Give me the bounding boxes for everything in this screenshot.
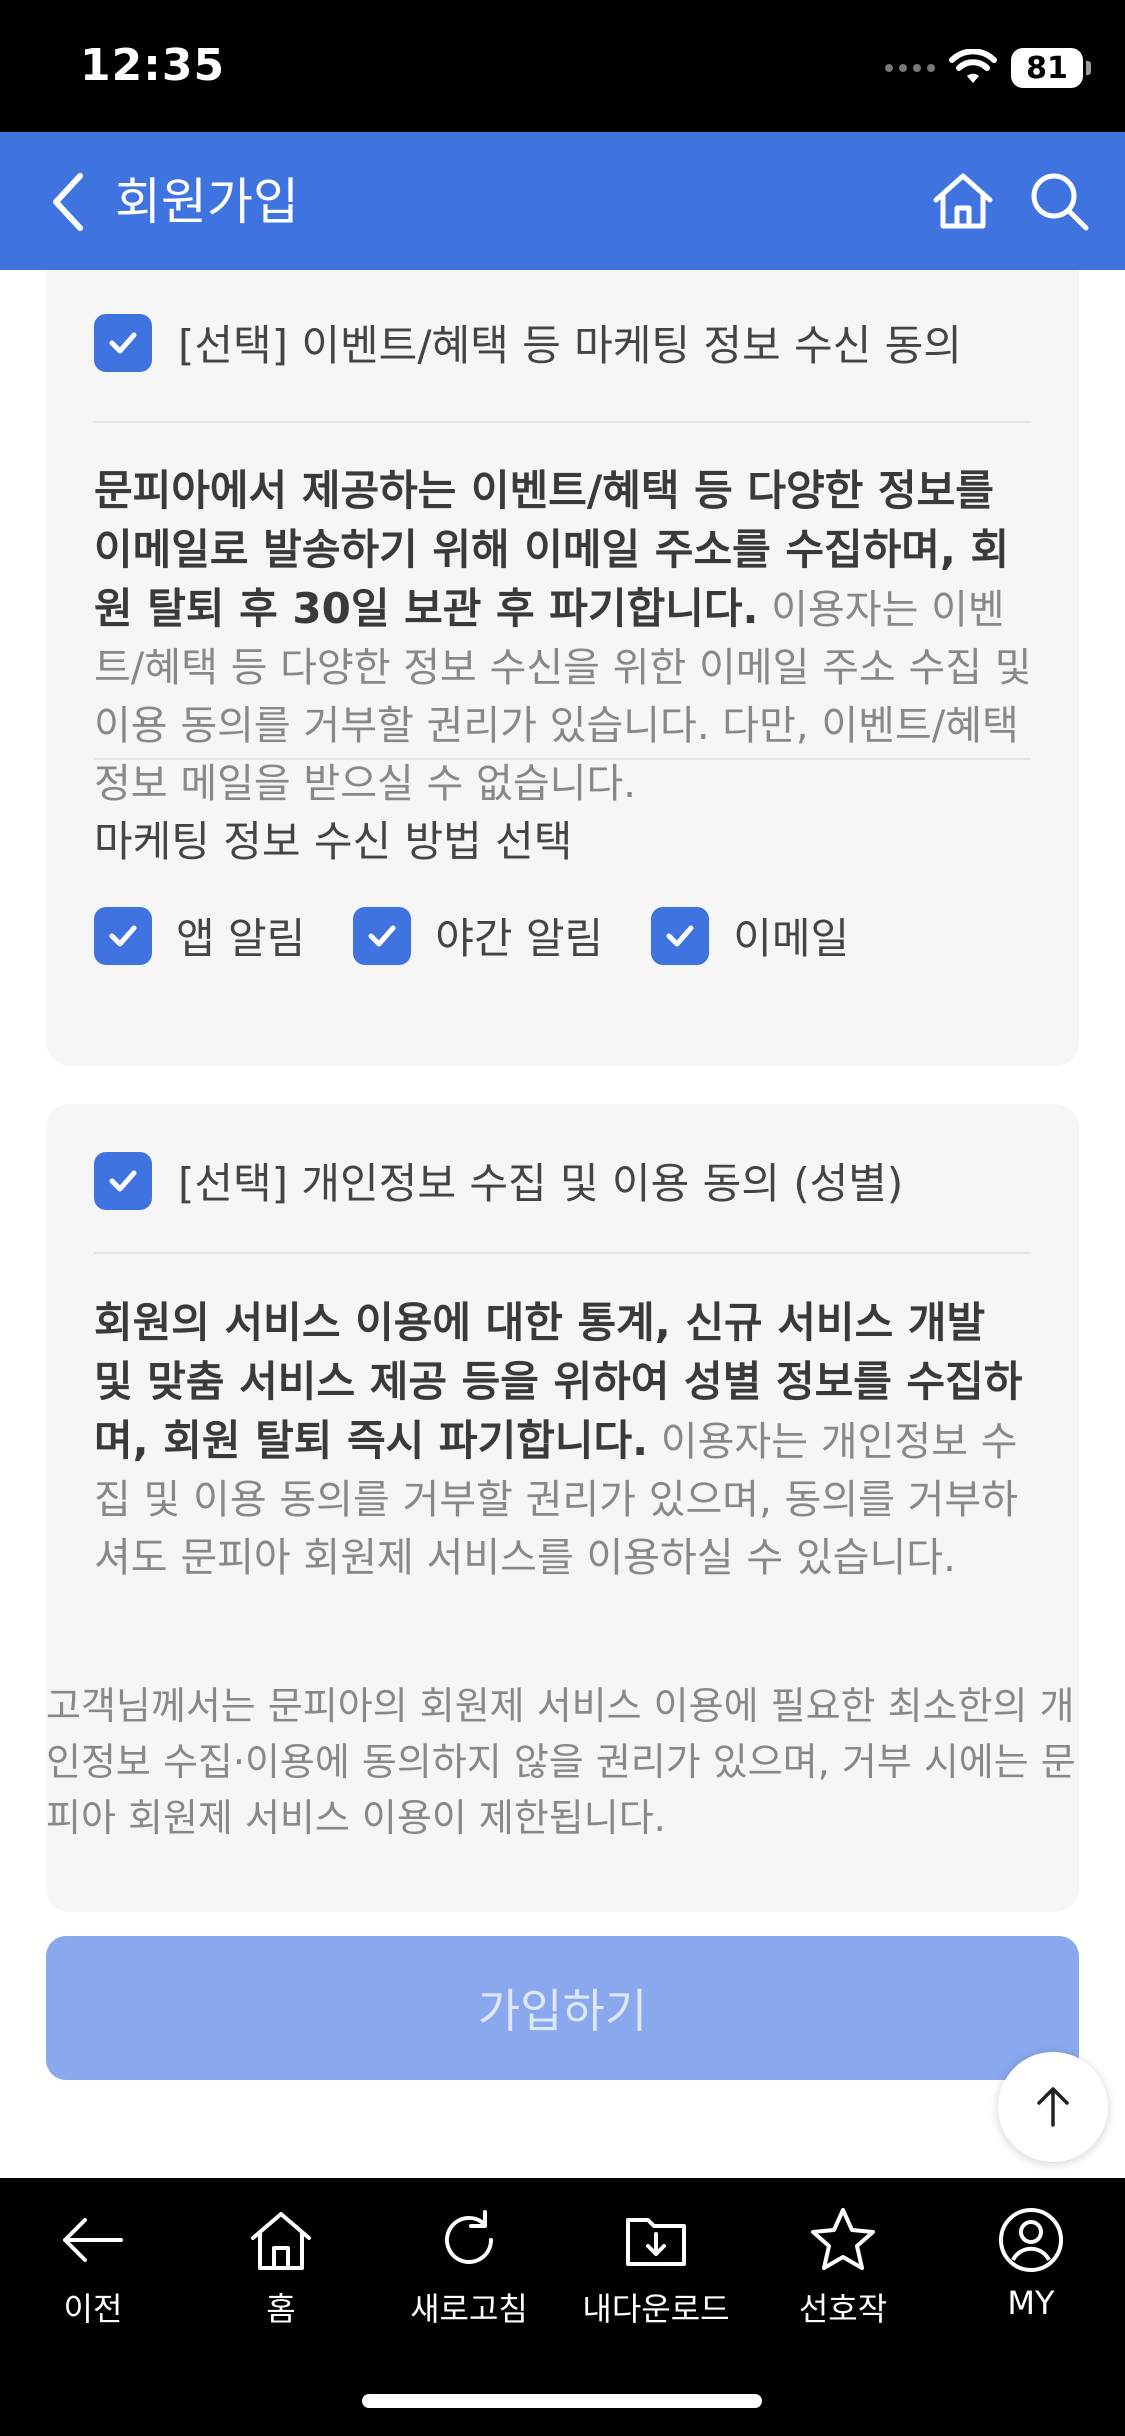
arrow-up-icon [1037,2087,1069,2127]
divider [94,1252,1031,1254]
method-email-checkbox[interactable] [651,906,710,965]
gender-consent-checkbox[interactable] [94,1151,152,1210]
check-icon [109,1170,137,1191]
nav-my-label: MY [1007,2284,1055,2322]
method-night-notification-checkbox[interactable] [353,906,412,965]
nav-downloads[interactable]: 내다운로드 [566,2204,746,2330]
gender-consent-description: 회원의 서비스 이용에 대한 통계, 신규 서비스 개발 및 맞춤 서비스 제공… [94,1294,1034,1587]
cellular-signal-icon [885,64,935,72]
nav-my[interactable]: MY [941,2204,1121,2322]
home-icon [933,173,993,229]
marketing-consent-card: [선택] 이벤트/혜택 등 마케팅 정보 수신 동의 문피아에서 제공하는 이벤… [46,270,1079,1066]
nav-refresh[interactable]: 새로고침 [379,2204,559,2330]
nav-back[interactable]: 이전 [3,2204,183,2330]
home-icon [251,2212,311,2270]
marketing-consent-description: 문피아에서 제공하는 이벤트/혜택 등 다양한 정보를 이메일로 발송하기 위해… [94,462,1034,813]
app-header: 회원가입 [0,132,1125,270]
nav-downloads-label: 내다운로드 [582,2290,730,2328]
join-button[interactable]: 가입하기 [46,1936,1079,2080]
nav-home[interactable]: 홈 [191,2204,371,2330]
marketing-consent-checkbox[interactable] [94,313,152,372]
divider [94,758,1031,760]
check-icon [109,332,137,353]
chevron-left-icon [53,173,83,231]
nav-refresh-label: 새로고침 [410,2290,528,2328]
method-app-notification-checkbox[interactable] [94,906,152,965]
method-night-notification[interactable]: 야간 알림 [353,905,603,966]
method-night-notification-label: 야간 알림 [435,914,604,963]
method-app-notification[interactable]: 앱 알림 [94,905,305,966]
refresh-icon [445,2210,493,2264]
star-icon [811,2208,875,2270]
battery-icon: 81 [1011,48,1091,88]
home-button[interactable] [930,168,996,234]
gender-consent-row[interactable]: [선택] 개인정보 수집 및 이용 동의 (성별) [94,1150,903,1211]
folder-download-icon [626,2218,686,2266]
check-icon [368,925,396,946]
check-icon [666,925,694,946]
method-app-notification-label: 앱 알림 [176,914,306,963]
method-email[interactable]: 이메일 [651,905,849,966]
nav-favorites[interactable]: 선호작 [753,2204,933,2330]
page-title: 회원가입 [115,173,299,231]
gender-consent-label: [선택] 개인정보 수집 및 이용 동의 (성별) [178,1159,904,1208]
search-button[interactable] [1026,168,1092,234]
marketing-method-title: 마케팅 정보 수신 방법 선택 [94,817,573,866]
back-button[interactable] [38,172,98,232]
status-bar: 12:35 81 [0,0,1125,132]
home-indicator [362,2394,762,2408]
nav-home-label: 홈 [266,2290,296,2328]
scroll-to-top-button[interactable] [998,2052,1108,2162]
marketing-consent-label: [선택] 이벤트/혜택 등 마케팅 정보 수신 동의 [178,321,962,370]
nav-favorites-label: 선호작 [798,2290,888,2328]
privacy-notice: 고객님께서는 문피아의 회원제 서비스 이용에 필요한 최소한의 개인정보 수집… [46,1684,1076,1840]
content-area[interactable]: [선택] 이벤트/혜택 등 마케팅 정보 수신 동의 문피아에서 제공하는 이벤… [0,270,1125,2178]
method-email-label: 이메일 [733,914,850,963]
check-icon [109,925,137,946]
marketing-consent-row[interactable]: [선택] 이벤트/혜택 등 마케팅 정보 수신 동의 [94,312,962,373]
wifi-icon [949,49,997,83]
search-icon [1031,173,1089,231]
status-icons: 81 [885,44,1091,92]
user-icon [999,2208,1063,2272]
marketing-method-options: 앱 알림 야간 알림 이메일 [94,905,897,966]
nav-back-label: 이전 [63,2290,123,2328]
divider [94,421,1031,423]
status-time: 12:35 [80,40,226,91]
arrow-left-icon [63,2218,123,2262]
